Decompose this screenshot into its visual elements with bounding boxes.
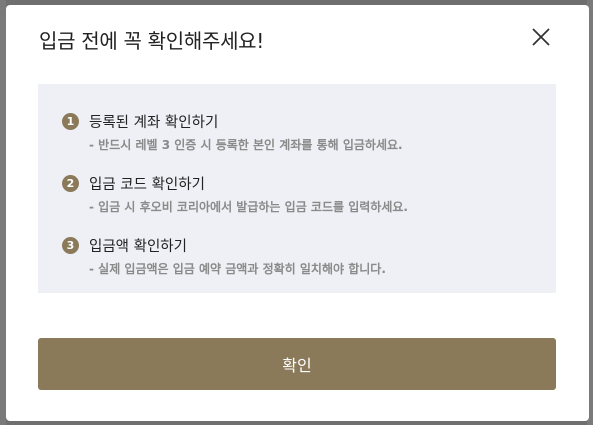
step-number-badge: 1 (62, 113, 79, 130)
step-number-badge: 2 (62, 175, 79, 192)
deposit-notice-modal: 입금 전에 꼭 확인해주세요! 1 등록된 계좌 확인하기 - 반드시 레벨 3… (6, 5, 589, 421)
notice-item-title: 입금액 확인하기 (89, 239, 187, 255)
close-icon (532, 28, 550, 46)
notice-item-title: 등록된 계좌 확인하기 (89, 115, 219, 131)
step-number-badge: 3 (62, 237, 79, 254)
notice-box: 1 등록된 계좌 확인하기 - 반드시 레벨 3 인증 시 등록한 본인 계좌를… (38, 84, 556, 293)
modal-title: 입금 전에 꼭 확인해주세요! (39, 29, 264, 53)
notice-item-description: - 반드시 레벨 3 인증 시 등록한 본인 계좌를 통해 입금하세요. (89, 138, 403, 152)
notice-item-description: - 실제 입금액은 입금 예약 금액과 정확히 일치해야 합니다. (89, 262, 386, 276)
notice-item-description: - 입금 시 후오비 코리아에서 발급하는 입금 코드를 입력하세요. (89, 200, 408, 214)
confirm-button[interactable]: 확인 (38, 338, 556, 390)
notice-item-title: 입금 코드 확인하기 (89, 177, 205, 193)
close-button[interactable] (530, 26, 552, 48)
